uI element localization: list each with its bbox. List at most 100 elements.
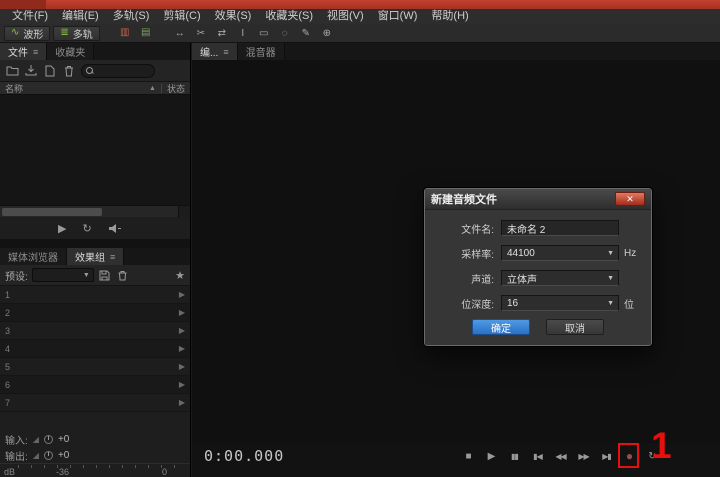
tab-editor[interactable]: 编... ≡ — [192, 43, 238, 60]
tab-media-browser[interactable]: 媒体浏览器 — [0, 248, 67, 265]
pitch-display-button[interactable]: ▤ — [137, 26, 155, 41]
menu-effects[interactable]: 效果(S) — [208, 9, 259, 24]
rack-slot[interactable]: 3 ▶ — [0, 322, 190, 340]
rack-slot[interactable]: 1 ▶ — [0, 286, 190, 304]
slot-number: 7 — [5, 397, 11, 408]
favorite-star-icon[interactable]: ★ — [175, 269, 185, 282]
bitdepth-row: 位深度: 16 ▼ 位 — [435, 294, 641, 312]
slot-arrow-icon[interactable]: ▶ — [179, 380, 185, 389]
spectral-display-button[interactable]: ▥ — [116, 26, 134, 41]
menu-clip[interactable]: 剪辑(C) — [156, 9, 207, 24]
tab-effects-rack[interactable]: 效果组 ≡ — [67, 248, 125, 265]
rewind-button[interactable]: ◀◀ — [549, 446, 572, 466]
panel-menu-icon[interactable]: ≡ — [223, 47, 228, 57]
column-status[interactable]: 状态 — [167, 82, 185, 95]
sort-ascending-icon[interactable]: ▲ — [149, 85, 156, 92]
record-button[interactable]: ● — [618, 443, 641, 468]
app-icon-area — [0, 0, 46, 9]
close-button[interactable]: ✕ — [615, 192, 645, 206]
scrollbar-handle[interactable] — [2, 208, 102, 216]
import-file-icon[interactable] — [24, 64, 38, 78]
slot-arrow-icon[interactable]: ▶ — [179, 362, 185, 371]
channels-value: 立体声 — [507, 274, 537, 286]
slot-arrow-icon[interactable]: ▶ — [179, 290, 185, 299]
time-selection-tool-button[interactable]: I — [234, 26, 252, 41]
chevron-down-icon: ▼ — [607, 274, 614, 282]
fast-forward-button[interactable]: ▶▶ — [572, 446, 595, 466]
pause-button[interactable]: ▮▮ — [503, 446, 526, 466]
open-file-icon[interactable] — [5, 64, 19, 78]
rack-slot[interactable]: 4 ▶ — [0, 340, 190, 358]
menu-help[interactable]: 帮助(H) — [424, 9, 475, 24]
chevron-down-icon: ▼ — [82, 271, 90, 279]
new-file-icon[interactable] — [43, 64, 57, 78]
output-gain-knob[interactable] — [43, 450, 53, 460]
rack-slot[interactable]: 2 ▶ — [0, 304, 190, 322]
go-to-end-button[interactable]: ▶▮ — [595, 446, 618, 466]
rack-slot[interactable]: 7 ▶ — [0, 394, 190, 412]
delete-icon[interactable] — [62, 64, 76, 78]
channels-select[interactable]: 立体声 ▼ — [501, 270, 619, 286]
preview-play-icon[interactable]: ▶ — [58, 222, 66, 235]
delete-preset-icon[interactable] — [116, 268, 130, 282]
dialog-title: 新建音频文件 — [431, 194, 497, 206]
files-search-input[interactable] — [81, 63, 155, 78]
effects-panel-tabs: 媒体浏览器 效果组 ≡ — [0, 248, 190, 265]
dialog-titlebar[interactable]: 新建音频文件 ✕ — [425, 189, 651, 210]
column-name[interactable]: 名称 — [5, 82, 23, 95]
menu-view[interactable]: 视图(V) — [320, 9, 371, 24]
rack-slot[interactable]: 6 ▶ — [0, 376, 190, 394]
new-audio-file-dialog: 新建音频文件 ✕ 文件名: 未命名 2 采样率: 44100 ▼ Hz 声道: … — [423, 187, 653, 347]
editor-tabs: 编... ≡ 混音器 — [192, 43, 720, 60]
filename-value: 未命名 2 — [507, 224, 546, 236]
preview-loop-icon[interactable]: ↻ — [82, 222, 91, 235]
menu-multitrack[interactable]: 多轨(S) — [106, 9, 157, 24]
slot-arrow-icon[interactable]: ▶ — [179, 326, 185, 335]
filename-input[interactable]: 未命名 2 — [501, 220, 619, 236]
move-tool-button[interactable]: ↔ — [171, 26, 189, 41]
slip-tool-button[interactable]: ⇄ — [213, 26, 231, 41]
input-gain-knob[interactable] — [43, 434, 53, 444]
menu-window[interactable]: 窗口(W) — [371, 9, 425, 24]
samplerate-select[interactable]: 44100 ▼ — [501, 245, 619, 261]
bitdepth-select[interactable]: 16 ▼ — [501, 295, 619, 311]
razor-tool-button[interactable]: ✂ — [192, 26, 210, 41]
menu-bar: 文件(F) 编辑(E) 多轨(S) 剪辑(C) 效果(S) 收藏夹(S) 视图(… — [0, 9, 720, 24]
slot-arrow-icon[interactable]: ▶ — [179, 308, 185, 317]
play-button[interactable]: ▶ — [480, 446, 503, 466]
lasso-tool-button[interactable]: ◌ — [276, 26, 294, 41]
slot-arrow-icon[interactable]: ▶ — [179, 398, 185, 407]
tab-favorites[interactable]: 收藏夹 — [47, 43, 95, 60]
panel-filler — [0, 412, 190, 431]
preview-volume-icon[interactable] — [108, 223, 122, 234]
menu-file[interactable]: 文件(F) — [5, 9, 55, 24]
menu-favorites[interactable]: 收藏夹(S) — [258, 9, 320, 24]
fader-icon[interactable]: ◢ — [33, 435, 39, 444]
ok-button[interactable]: 确定 — [472, 319, 530, 335]
spot-heal-tool-icon: ⊕ — [322, 27, 331, 39]
paintbrush-tool-button[interactable]: ✎ — [297, 26, 315, 41]
presets-dropdown[interactable]: ▼ — [31, 268, 94, 282]
fader-icon[interactable]: ◢ — [33, 451, 39, 460]
go-to-start-button[interactable]: ▮◀ — [526, 446, 549, 466]
rack-slot[interactable]: 5 ▶ — [0, 358, 190, 376]
level-scale: dB -36 0 — [0, 463, 190, 477]
samplerate-unit: Hz — [624, 247, 637, 259]
stop-button[interactable]: ■ — [457, 446, 480, 466]
cancel-button[interactable]: 取消 — [546, 319, 604, 335]
save-preset-icon[interactable] — [98, 268, 112, 282]
panel-menu-icon[interactable]: ≡ — [33, 47, 38, 57]
waveform-view-button[interactable]: ∿ 波形 — [4, 25, 51, 41]
tab-files[interactable]: 文件 ≡ — [0, 43, 48, 60]
slot-arrow-icon[interactable]: ▶ — [179, 344, 185, 353]
spot-heal-tool-button[interactable]: ⊕ — [318, 26, 336, 41]
multitrack-view-button[interactable]: ≣ 多轨 — [53, 25, 100, 41]
scale-db-label: dB — [4, 467, 16, 477]
panel-gap — [0, 239, 190, 248]
files-horizontal-scrollbar[interactable] — [0, 205, 190, 218]
menu-edit[interactable]: 编辑(E) — [55, 9, 106, 24]
tab-mixer[interactable]: 混音器 — [237, 43, 285, 60]
file-list-empty[interactable] — [0, 95, 190, 205]
panel-menu-icon[interactable]: ≡ — [110, 252, 115, 262]
marquee-tool-button[interactable]: ▭ — [255, 26, 273, 41]
